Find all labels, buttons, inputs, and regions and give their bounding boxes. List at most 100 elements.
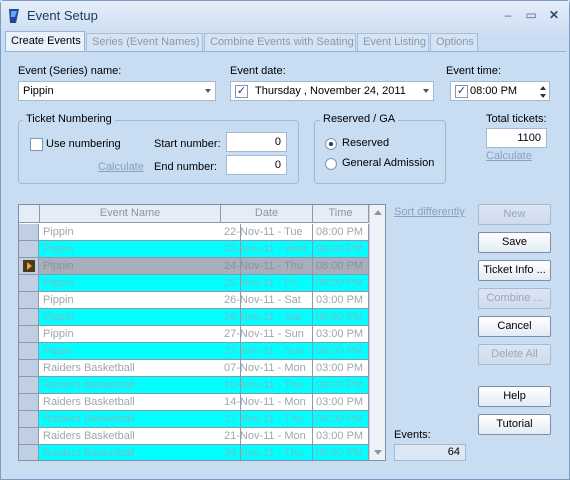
- cell-event-name[interactable]: Pippin: [40, 224, 241, 240]
- help-button[interactable]: Help: [478, 386, 551, 407]
- scroll-up-icon[interactable]: [374, 210, 382, 215]
- column-header-event-name[interactable]: Event Name: [40, 205, 221, 223]
- cell-time[interactable]: 03:00 PM: [313, 360, 369, 376]
- sort-differently-link[interactable]: Sort differently: [394, 206, 465, 218]
- cell-time[interactable]: 08:00 PM: [313, 224, 369, 240]
- cell-date[interactable]: 26-Nov-11 - Sat: [221, 292, 313, 308]
- column-header-time[interactable]: Time: [313, 205, 369, 223]
- cell-date[interactable]: 24-Nov-11 - Thu: [221, 445, 313, 460]
- event-date-picker[interactable]: ✓ Thursday , November 24, 2011: [230, 81, 434, 101]
- cell-time[interactable]: 08:00 PM: [313, 275, 369, 291]
- spin-down-icon[interactable]: [540, 94, 546, 98]
- row-header[interactable]: [19, 326, 39, 342]
- cell-date[interactable]: 25-Nov-11 - Fri: [221, 275, 313, 291]
- cell-time[interactable]: 03:00 PM: [313, 394, 369, 410]
- table-row[interactable]: Pippin 27-Nov-11 - Sun 03:00 PM: [19, 326, 369, 343]
- cell-date[interactable]: 14-Nov-11 - Mon: [221, 394, 313, 410]
- table-row[interactable]: Raiders Basketball 21-Nov-11 - Mon 03:00 P…: [19, 428, 369, 445]
- row-header[interactable]: [19, 241, 39, 257]
- table-row[interactable]: Raiders Basketball 10-Nov-11 - Thu 08:00 P…: [19, 377, 369, 394]
- cell-date[interactable]: 24-Nov-11 - Thu: [221, 258, 313, 274]
- cell-date[interactable]: 26-Nov-11 - Sat: [221, 309, 313, 325]
- cell-date[interactable]: 23-Nov-11 - Wed: [221, 241, 313, 257]
- scroll-down-icon[interactable]: [374, 450, 382, 455]
- cell-date[interactable]: 22-Nov-11 - Tue: [221, 224, 313, 240]
- general-admission-radio[interactable]: [325, 158, 337, 170]
- tab-options[interactable]: Options: [430, 33, 478, 51]
- table-row[interactable]: Pippin 26-Nov-11 - Sat 08:00 PM: [19, 309, 369, 326]
- cell-time[interactable]: 03:00 PM: [313, 428, 369, 444]
- end-number-input[interactable]: 0: [226, 155, 287, 175]
- row-header[interactable]: [19, 377, 39, 393]
- cell-time[interactable]: 08:00 PM: [313, 309, 369, 325]
- cell-time[interactable]: 08:00 PM: [313, 445, 369, 460]
- tab-create-events[interactable]: Create Events: [5, 31, 85, 51]
- row-header[interactable]: [19, 224, 39, 240]
- table-row[interactable]: Pippin 26-Nov-11 - Sat 03:00 PM: [19, 292, 369, 309]
- row-header[interactable]: [19, 258, 39, 274]
- minimize-icon[interactable]: –: [499, 7, 517, 23]
- tab-event-listing[interactable]: Event Listing: [357, 33, 429, 51]
- event-series-dropdown[interactable]: Pippin: [18, 81, 216, 101]
- cell-event-name[interactable]: Raiders Basketball: [40, 411, 241, 427]
- cell-date[interactable]: 21-Nov-11 - Mon: [221, 428, 313, 444]
- cell-event-name[interactable]: Pippin: [40, 309, 241, 325]
- row-header[interactable]: [19, 428, 39, 444]
- cell-event-name[interactable]: Raiders Basketball: [40, 377, 241, 393]
- table-row[interactable]: Pippin 27-Nov-11 - Sun 08:00 PM: [19, 343, 369, 360]
- grid-scrollbar[interactable]: [369, 205, 385, 460]
- row-header[interactable]: [19, 292, 39, 308]
- row-header[interactable]: [19, 445, 39, 460]
- use-numbering-checkbox[interactable]: [30, 138, 43, 151]
- combine-button[interactable]: Combine ...: [478, 288, 551, 309]
- save-button[interactable]: Save: [478, 232, 551, 253]
- numbering-calculate-link[interactable]: Calculate: [98, 161, 144, 173]
- cell-event-name[interactable]: Raiders Basketball: [40, 360, 241, 376]
- cell-event-name[interactable]: Raiders Basketball: [40, 445, 241, 460]
- cell-event-name[interactable]: Pippin: [40, 241, 241, 257]
- cell-event-name[interactable]: Pippin: [40, 326, 241, 342]
- start-number-input[interactable]: 0: [226, 132, 287, 152]
- cell-event-name[interactable]: Raiders Basketball: [40, 428, 241, 444]
- cell-event-name[interactable]: Pippin: [40, 258, 241, 274]
- row-header[interactable]: [19, 309, 39, 325]
- table-row[interactable]: Pippin 23-Nov-11 - Wed 08:00 PM: [19, 241, 369, 258]
- table-row[interactable]: Raiders Basketball 24-Nov-11 - Thu 08:00 P…: [19, 445, 369, 460]
- event-time-checkbox[interactable]: ✓: [455, 85, 468, 98]
- cell-time[interactable]: 08:00 PM: [313, 258, 369, 274]
- total-tickets-input[interactable]: 1100: [486, 128, 547, 148]
- cell-time[interactable]: 08:00 PM: [313, 241, 369, 257]
- row-header[interactable]: [19, 343, 39, 359]
- cell-event-name[interactable]: Raiders Basketball: [40, 394, 241, 410]
- reserved-radio[interactable]: [325, 138, 337, 150]
- event-time-picker[interactable]: ✓ 08:00 PM: [450, 81, 550, 101]
- cell-event-name[interactable]: Pippin: [40, 292, 241, 308]
- cell-time[interactable]: 08:00 PM: [313, 343, 369, 359]
- delete-all-button[interactable]: Delete All: [478, 344, 551, 365]
- cell-date[interactable]: 17-Nov-11 - Thu: [221, 411, 313, 427]
- cell-date[interactable]: 27-Nov-11 - Sun: [221, 326, 313, 342]
- table-row[interactable]: Pippin 25-Nov-11 - Fri 08:00 PM: [19, 275, 369, 292]
- cancel-button[interactable]: Cancel: [478, 316, 551, 337]
- spin-up-icon[interactable]: [540, 86, 546, 90]
- row-header[interactable]: [19, 360, 39, 376]
- table-row[interactable]: Pippin 24-Nov-11 - Thu 08:00 PM: [19, 258, 369, 275]
- cell-date[interactable]: 10-Nov-11 - Thu: [221, 377, 313, 393]
- tab-combine-events-with-seating[interactable]: Combine Events with Seating: [204, 33, 356, 51]
- tab-series-event-names[interactable]: Series (Event Names): [86, 33, 203, 51]
- row-header[interactable]: [19, 394, 39, 410]
- table-row[interactable]: Raiders Basketball 07-Nov-11 - Mon 03:00 P…: [19, 360, 369, 377]
- table-row[interactable]: Raiders Basketball 17-Nov-11 - Thu 08:00 P…: [19, 411, 369, 428]
- table-row[interactable]: Raiders Basketball 14-Nov-11 - Mon 03:00 P…: [19, 394, 369, 411]
- maximize-icon[interactable]: ▭: [522, 7, 540, 23]
- close-icon[interactable]: ✕: [545, 7, 563, 23]
- row-header[interactable]: [19, 411, 39, 427]
- cell-event-name[interactable]: Pippin: [40, 343, 241, 359]
- cell-event-name[interactable]: Pippin: [40, 275, 241, 291]
- event-date-checkbox[interactable]: ✓: [235, 85, 248, 98]
- column-header-date[interactable]: Date: [221, 205, 313, 223]
- new-button[interactable]: New: [478, 204, 551, 225]
- total-calculate-link[interactable]: Calculate: [486, 150, 532, 162]
- cell-date[interactable]: 07-Nov-11 - Mon: [221, 360, 313, 376]
- cell-time[interactable]: 08:00 PM: [313, 411, 369, 427]
